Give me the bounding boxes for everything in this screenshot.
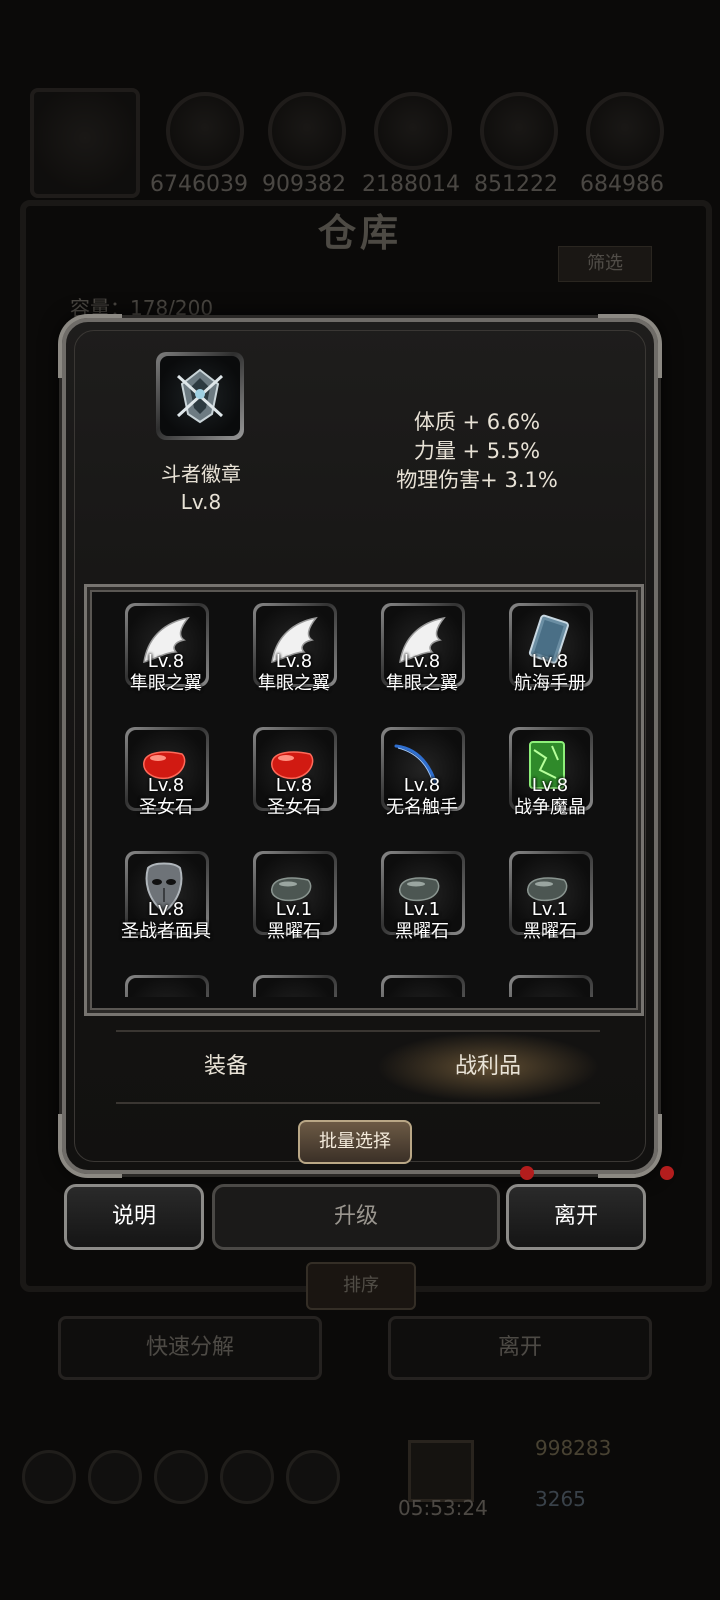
stat-line: 体质 + 6.6% (413, 410, 541, 434)
sort-button: 排序 (306, 1262, 416, 1310)
info-button[interactable]: 说明 (64, 1184, 204, 1250)
tab-equipment[interactable]: 装备 (116, 1032, 336, 1102)
selected-item-level: Lv.8 (180, 490, 222, 514)
stat-line: 物理伤害+ 3.1% (396, 468, 558, 492)
grid-item-slot[interactable]: Lv.8 圣战者面具 (121, 851, 211, 942)
grid-item-slot[interactable]: Lv.8 航海手册 (509, 603, 593, 694)
resource-count: 2188014 (362, 172, 460, 197)
grid-item-slot[interactable]: Lv.8 隼眼之翼 (253, 603, 337, 694)
item-grid-panel: Lv.8 隼眼之翼 Lv.8 隼眼之翼 Lv.8 隼眼之翼 Lv.8 航海手册 … (84, 584, 644, 1016)
fighter-badge-icon (176, 368, 224, 424)
avatar (30, 88, 140, 198)
resource-icon (268, 92, 346, 170)
grid-item-slot[interactable]: Lv.1 黑曜石 (509, 851, 593, 942)
item-name: 隼眼之翼 (258, 673, 330, 694)
item-grid[interactable]: Lv.8 隼眼之翼 Lv.8 隼眼之翼 Lv.8 隼眼之翼 Lv.8 航海手册 … (99, 599, 629, 997)
menu-round-icon (220, 1450, 274, 1504)
grid-item-slot[interactable]: Lv.8 战争魔晶 (509, 727, 593, 818)
ornament-corner (58, 1114, 122, 1178)
notification-dot (520, 1166, 534, 1180)
resource-count: 6746039 (150, 172, 248, 197)
menu-round-icon (286, 1450, 340, 1504)
resource-icon (586, 92, 664, 170)
grid-item-slot[interactable] (253, 975, 337, 997)
resource-count: 851222 (474, 172, 558, 197)
menu-round-icon (154, 1450, 208, 1504)
leave-button[interactable]: 离开 (506, 1184, 646, 1250)
grid-item-slot[interactable] (125, 975, 209, 997)
grid-item-slot[interactable]: Lv.8 圣女石 (125, 727, 209, 818)
item-name: 隼眼之翼 (386, 673, 458, 694)
resource-count: 684986 (580, 172, 664, 197)
batch-select-button[interactable]: 批量选择 (298, 1120, 412, 1164)
resource-icon (480, 92, 558, 170)
item-name: 无名触手 (386, 797, 458, 818)
resource-icon (374, 92, 452, 170)
item-name: 圣女石 (267, 797, 321, 818)
grid-item-slot[interactable]: Lv.8 圣女石 (253, 727, 337, 818)
menu-round-icon (88, 1450, 142, 1504)
stat-line: 力量 + 5.5% (413, 439, 541, 463)
warehouse-title: 仓库 (318, 211, 403, 255)
filter-button: 筛选 (558, 246, 652, 282)
item-name: 战争魔晶 (514, 797, 586, 818)
resource-count: 909382 (262, 172, 346, 197)
grid-item-slot[interactable] (381, 975, 465, 997)
background-leave-button: 离开 (388, 1316, 652, 1380)
item-name: 黑曜石 (395, 921, 449, 942)
selected-item-name: 斗者徽章 (161, 462, 241, 486)
item-name: 航海手册 (514, 673, 586, 694)
item-stats: 体质 + 6.6% 力量 + 5.5% 物理伤害+ 3.1% (372, 408, 582, 495)
grid-item-slot[interactable] (509, 975, 593, 997)
menu-round-icon (22, 1450, 76, 1504)
gem-count: 3265 (535, 1487, 586, 1511)
grid-item-slot[interactable]: Lv.1 黑曜石 (381, 851, 465, 942)
grid-item-slot[interactable]: Lv.8 隼眼之翼 (381, 603, 465, 694)
ornament-corner (598, 1114, 662, 1178)
gold-count: 998283 (535, 1436, 612, 1460)
item-name: 黑曜石 (267, 921, 321, 942)
quick-dismantle-button: 快速分解 (58, 1316, 322, 1380)
event-timer: 05:53:24 (398, 1496, 488, 1520)
upgrade-button[interactable]: 升级 (212, 1184, 500, 1250)
category-tabs: 装备 战利品 (116, 1030, 600, 1104)
selected-item-slot (156, 352, 244, 440)
grid-item-slot[interactable]: Lv.8 隼眼之翼 (125, 603, 209, 694)
tab-loot[interactable]: 战利品 (376, 1032, 600, 1102)
resource-icon (166, 92, 244, 170)
item-name: 黑曜石 (523, 921, 577, 942)
ornament-corner (598, 314, 662, 378)
ornament-corner (58, 314, 122, 378)
grid-item-slot[interactable]: Lv.8 无名触手 (381, 727, 465, 818)
grid-item-slot[interactable]: Lv.1 黑曜石 (253, 851, 337, 942)
item-name: 隼眼之翼 (130, 673, 202, 694)
notification-dot (660, 1166, 674, 1180)
item-name: 圣女石 (139, 797, 193, 818)
gift-icon (408, 1440, 474, 1502)
item-name: 圣战者面具 (121, 921, 211, 942)
